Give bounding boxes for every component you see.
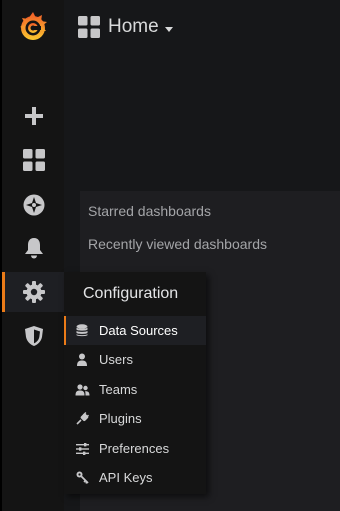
menu-item-users[interactable]: Users	[64, 345, 206, 374]
starred-dashboards-link[interactable]: Starred dashboards	[88, 203, 211, 219]
dashboards-nav[interactable]	[2, 140, 66, 180]
menu-item-preferences[interactable]: Preferences	[64, 434, 206, 463]
menu-item-label: Preferences	[99, 441, 170, 456]
menu-item-label: Data Sources	[99, 323, 178, 338]
create-icon[interactable]	[2, 96, 66, 136]
configuration-menu: Configuration Data Sources Users Teams P…	[64, 272, 206, 494]
shield-icon	[25, 326, 43, 346]
bell-icon	[25, 238, 43, 259]
explore-nav[interactable]	[2, 185, 66, 225]
user-icon	[74, 353, 90, 367]
caret-down-icon	[164, 26, 173, 32]
sliders-icon	[74, 442, 90, 456]
menu-item-plugins[interactable]: Plugins	[64, 404, 206, 433]
dashboard-picker[interactable]: Home	[78, 14, 173, 40]
key-icon	[74, 471, 90, 485]
menu-item-api-keys[interactable]: API Keys	[64, 463, 206, 492]
configuration-nav[interactable]	[2, 272, 66, 312]
configuration-menu-title[interactable]: Configuration	[64, 272, 206, 316]
menu-item-label: API Keys	[99, 470, 153, 485]
plug-icon	[74, 412, 90, 426]
menu-item-data-sources[interactable]: Data Sources	[64, 316, 206, 345]
sidebar	[0, 0, 66, 511]
dashboards-icon	[78, 16, 100, 38]
app: Home Starred dashboards Recently viewed …	[0, 0, 340, 511]
menu-item-label: Users	[99, 352, 133, 367]
dashboards-icon	[23, 149, 45, 171]
page-title: Home	[108, 16, 159, 37]
database-icon	[74, 324, 90, 338]
compass-icon	[23, 194, 45, 216]
gear-icon	[23, 281, 45, 303]
menu-item-label: Plugins	[99, 411, 142, 426]
menu-item-teams[interactable]: Teams	[64, 375, 206, 404]
team-icon	[74, 383, 90, 397]
alerting-nav[interactable]	[2, 228, 66, 268]
plus-icon	[25, 107, 43, 125]
menu-item-label: Teams	[99, 382, 138, 397]
recent-dashboards-link[interactable]: Recently viewed dashboards	[88, 236, 267, 252]
server-admin-nav[interactable]	[2, 316, 66, 356]
top-navbar: Home	[64, 0, 340, 58]
grafana-logo[interactable]	[16, 10, 50, 44]
